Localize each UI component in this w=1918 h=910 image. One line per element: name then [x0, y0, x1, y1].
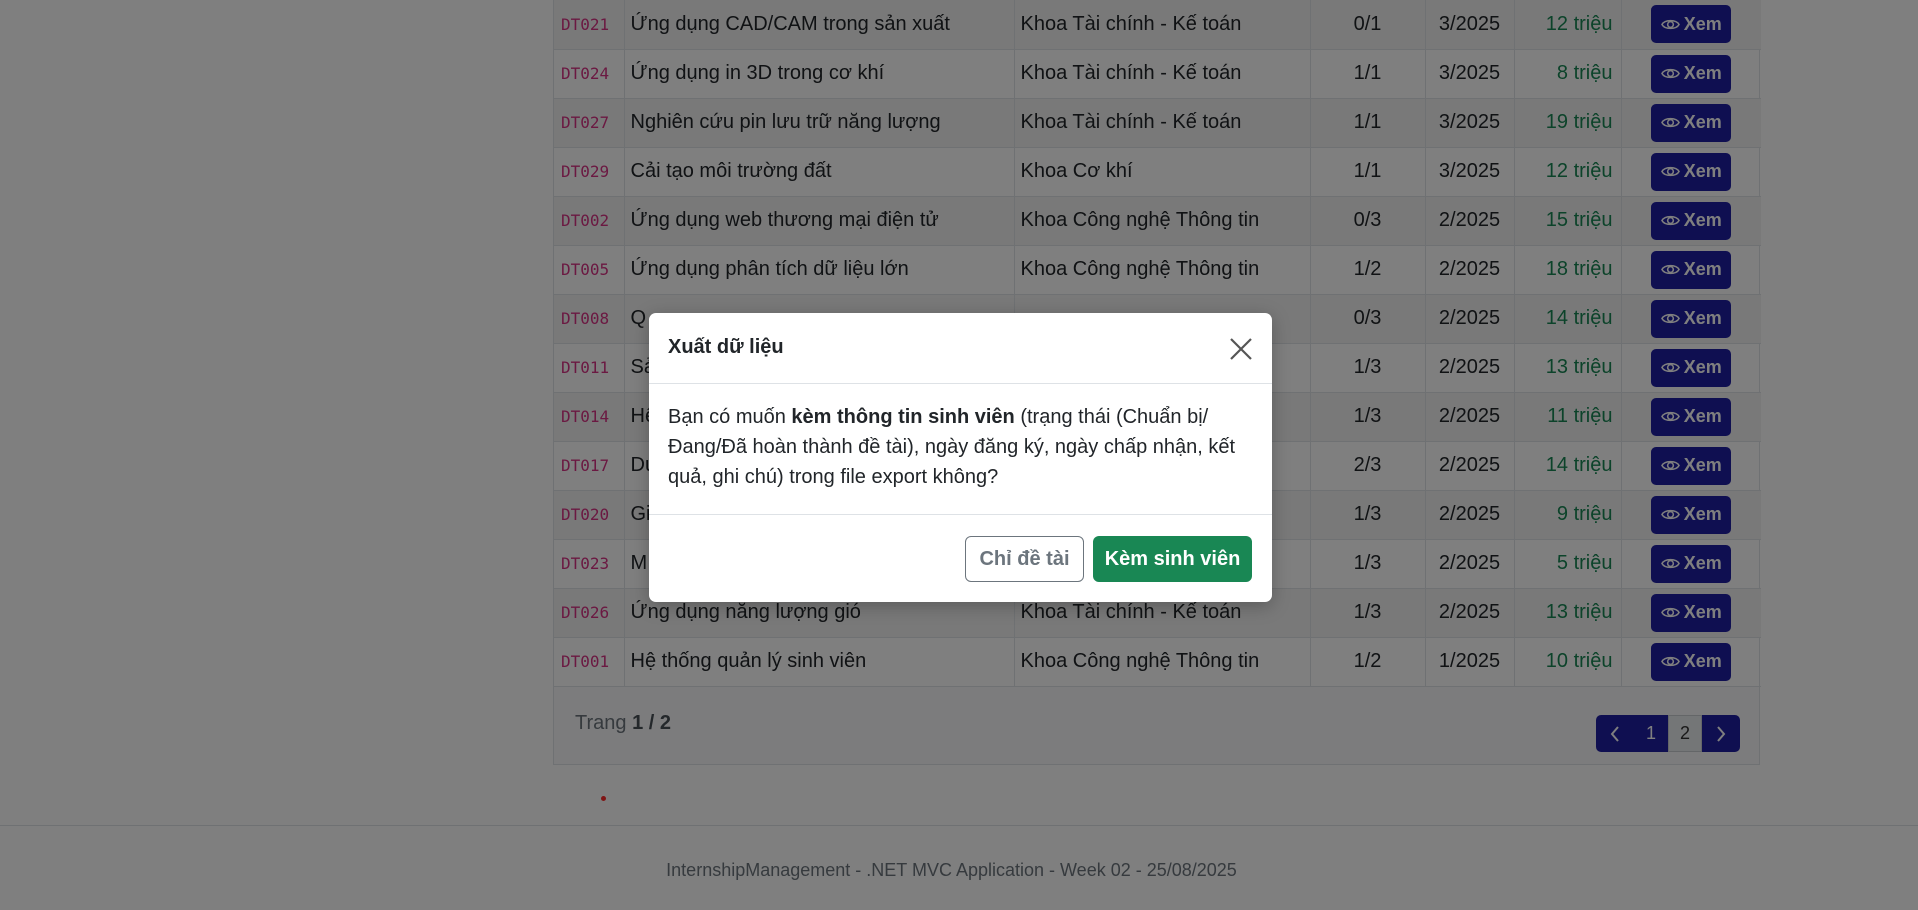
- modal-body: Bạn có muốn kèm thông tin sinh viên (trạ…: [668, 402, 1253, 492]
- modal-body-prefix: Bạn có muốn: [668, 406, 792, 428]
- close-button[interactable]: [1227, 335, 1255, 363]
- modal-title: Xuất dữ liệu: [668, 336, 784, 358]
- close-icon: [1230, 338, 1252, 360]
- export-modal: Xuất dữ liệu Bạn có muốn kèm thông tin s…: [649, 313, 1272, 602]
- modal-header: Xuất dữ liệu: [649, 313, 1272, 384]
- modal-footer: Chỉ đề tài Kèm sinh viên: [649, 514, 1272, 602]
- with-students-button[interactable]: Kèm sinh viên: [1093, 536, 1252, 582]
- modal-body-bold: kèm thông tin sinh viên: [791, 406, 1015, 428]
- topics-only-button[interactable]: Chỉ đề tài: [965, 536, 1084, 582]
